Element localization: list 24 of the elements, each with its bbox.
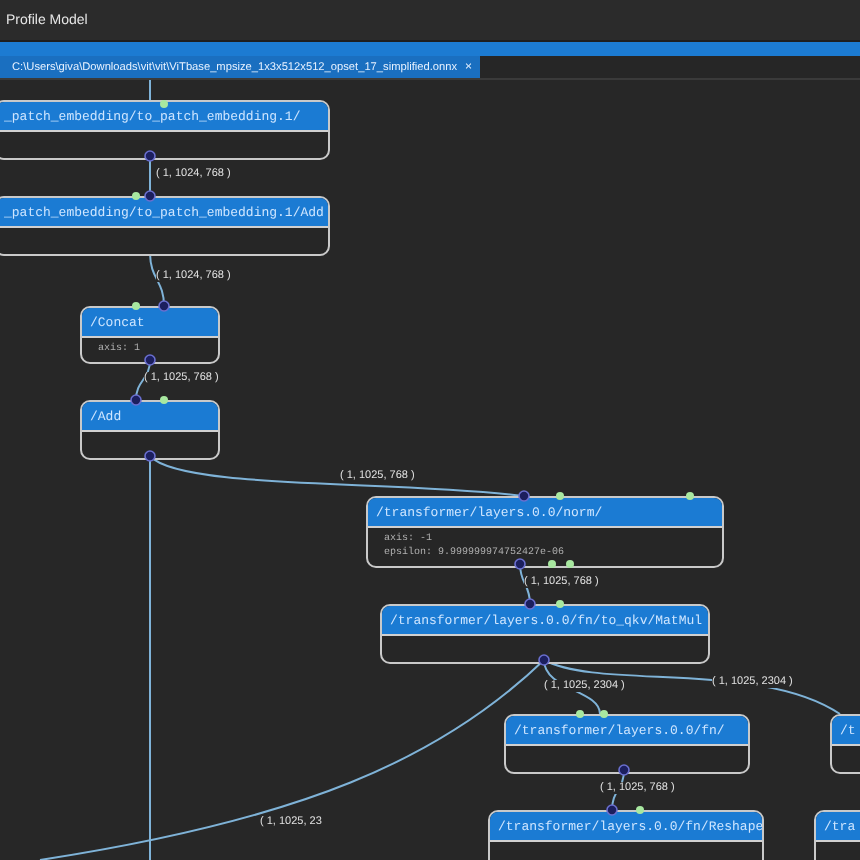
input-port[interactable] bbox=[144, 354, 156, 366]
input-port[interactable] bbox=[144, 450, 156, 462]
edge-line bbox=[149, 80, 151, 101]
output-port[interactable] bbox=[636, 806, 644, 814]
input-port[interactable] bbox=[158, 300, 170, 312]
input-port[interactable] bbox=[524, 598, 536, 610]
input-port[interactable] bbox=[144, 190, 156, 202]
input-port[interactable] bbox=[606, 804, 618, 816]
output-port[interactable] bbox=[160, 396, 168, 404]
input-port[interactable] bbox=[514, 558, 526, 570]
output-port[interactable] bbox=[548, 560, 556, 568]
output-port[interactable] bbox=[566, 560, 574, 568]
input-port[interactable] bbox=[130, 394, 142, 406]
output-port[interactable] bbox=[600, 710, 608, 718]
output-port[interactable] bbox=[132, 302, 140, 310]
input-port[interactable] bbox=[538, 654, 550, 666]
output-port[interactable] bbox=[556, 600, 564, 608]
output-port[interactable] bbox=[686, 492, 694, 500]
input-port[interactable] bbox=[518, 490, 530, 502]
output-port[interactable] bbox=[132, 192, 140, 200]
input-port[interactable] bbox=[618, 764, 630, 776]
input-port[interactable] bbox=[144, 150, 156, 162]
output-port[interactable] bbox=[556, 492, 564, 500]
output-port[interactable] bbox=[576, 710, 584, 718]
